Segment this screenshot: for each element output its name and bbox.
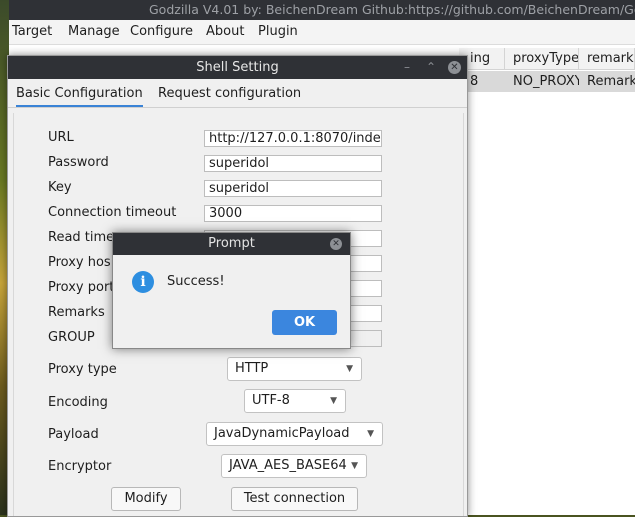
password-field[interactable]: superidol (204, 155, 382, 172)
key-field[interactable]: superidol (204, 180, 382, 197)
tab-request-configuration[interactable]: Request configuration (158, 86, 301, 101)
proxy-port-label: Proxy port (48, 280, 115, 295)
connection-timeout-field[interactable]: 3000 (204, 205, 382, 222)
menu-plugin[interactable]: Plugin (258, 24, 298, 39)
password-label: Password (48, 155, 109, 170)
chevron-down-icon: ▼ (346, 364, 353, 374)
main-window-title: Godzilla V4.01 by: BeichenDream Github:h… (9, 0, 635, 20)
encryptor-label: Encryptor (48, 459, 112, 474)
read-timeout-label: Read time (48, 230, 115, 245)
shell-setting-title: Shell Setting (8, 56, 467, 79)
group-label: GROUP (48, 330, 95, 345)
prompt-dialog: Prompt ✕ i Success! OK (112, 232, 351, 349)
chevron-down-icon: ▼ (351, 461, 358, 471)
remarks-label: Remarks (48, 305, 105, 320)
tab-divider (8, 107, 467, 108)
settings-tabs: Basic Configuration Request configuratio… (8, 79, 467, 107)
encoding-label: Encoding (48, 395, 108, 410)
tab-basic-configuration[interactable]: Basic Configuration (16, 86, 143, 107)
proxy-type-label: Proxy type (48, 362, 117, 377)
encryptor-select[interactable]: JAVA_AES_BASE64 ▼ (221, 454, 367, 478)
test-connection-button[interactable]: Test connection (231, 487, 358, 511)
menu-manage[interactable]: Manage (68, 24, 120, 39)
payload-select[interactable]: JavaDynamicPayload ▼ (206, 422, 383, 446)
connection-timeout-label: Connection timeout (48, 205, 177, 220)
maximize-icon[interactable]: ⌃ (426, 56, 436, 79)
menu-bar: Target Manage Configure About Plugin (9, 20, 635, 45)
url-field[interactable]: http://127.0.0.1:8070/index (204, 130, 382, 147)
proxy-host-label: Proxy hos (48, 255, 111, 270)
proxy-type-select[interactable]: HTTP ▼ (227, 357, 362, 381)
close-icon[interactable]: ✕ (330, 238, 342, 250)
key-label: Key (48, 180, 72, 195)
ok-button[interactable]: OK (272, 310, 337, 335)
prompt-message: Success! (167, 274, 225, 289)
modify-button[interactable]: Modify (111, 487, 181, 511)
url-label: URL (48, 130, 74, 145)
table-cell[interactable]: Remarks (579, 71, 635, 92)
column-header[interactable]: proxyType (505, 48, 579, 70)
payload-value: JavaDynamicPayload (214, 426, 350, 441)
minimize-icon[interactable]: – (404, 56, 410, 79)
menu-about[interactable]: About (206, 24, 244, 39)
chevron-down-icon: ▼ (330, 396, 337, 406)
encoding-select[interactable]: UTF-8 ▼ (244, 389, 346, 413)
payload-label: Payload (48, 427, 99, 442)
proxy-type-value: HTTP (235, 361, 269, 376)
close-icon[interactable]: ✕ (448, 61, 461, 74)
table-cell[interactable]: NO_PROXY (505, 71, 579, 92)
encoding-value: UTF-8 (252, 393, 290, 408)
info-icon: i (132, 271, 154, 293)
column-header[interactable]: remark (579, 48, 635, 70)
menu-target[interactable]: Target (12, 24, 52, 39)
encryptor-value: JAVA_AES_BASE64 (229, 458, 347, 473)
prompt-title: Prompt (113, 233, 350, 255)
chevron-down-icon: ▼ (367, 429, 374, 439)
menu-configure[interactable]: Configure (130, 24, 193, 39)
